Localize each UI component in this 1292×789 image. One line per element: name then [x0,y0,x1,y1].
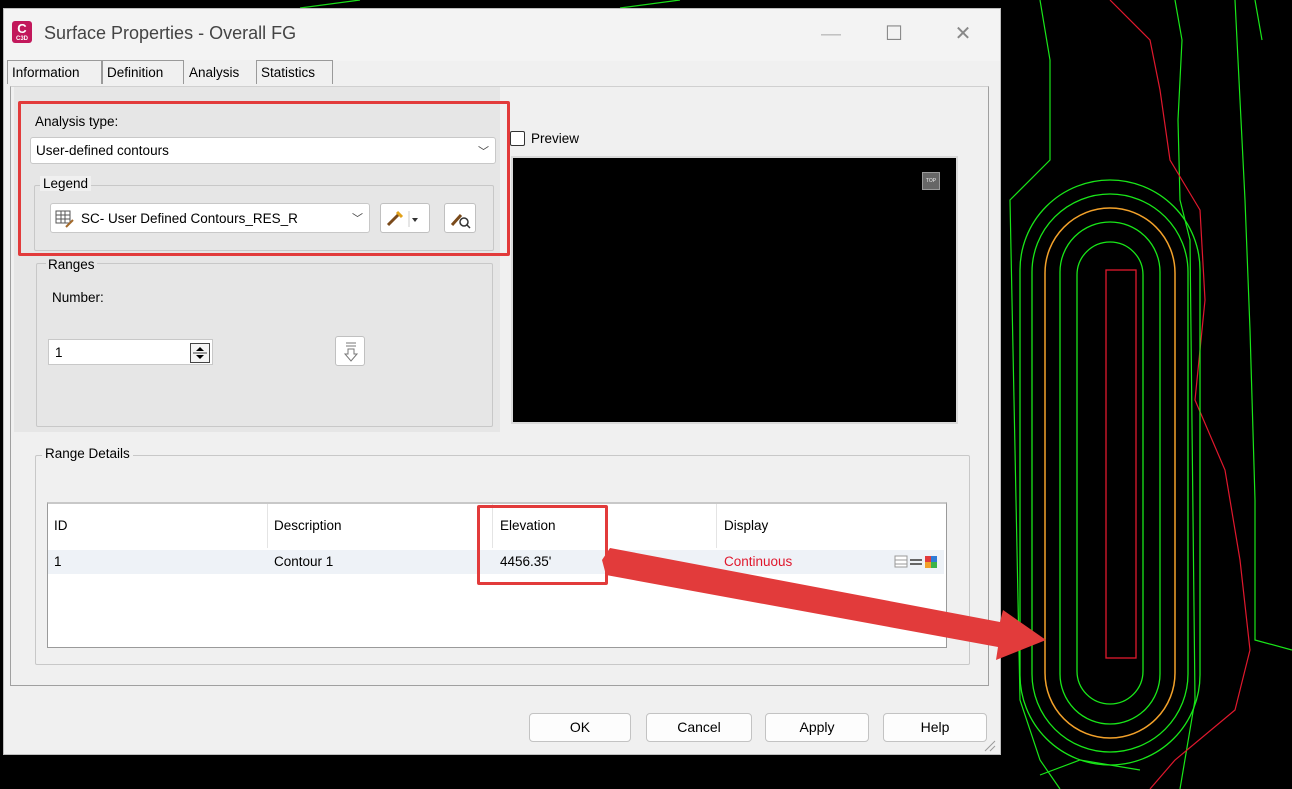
ranges-number-value: 1 [55,345,63,360]
preview-label: Preview [531,131,580,146]
spinner-updown-icon[interactable] [190,343,210,363]
apply-ranges-button[interactable] [335,336,365,366]
elevation-highlight-box [477,505,608,585]
ranges-number-label: Number: [52,290,104,305]
tab-statistics[interactable]: Statistics [256,60,333,84]
ranges-group-title: Ranges [46,257,97,272]
help-button[interactable]: Help [883,713,987,742]
ok-button[interactable]: OK [529,713,631,742]
analysis-highlight-box [18,101,510,256]
column-header-id[interactable]: ID [54,518,68,533]
title-bar[interactable]: C C3D Surface Properties - Overall FG — ☐… [4,9,1000,61]
viewcube-icon[interactable]: TOP [922,172,940,190]
ranges-number-spinner[interactable]: 1 [48,339,213,365]
cell-id: 1 [54,554,62,569]
maximize-icon[interactable]: ☐ [879,19,909,49]
tab-analysis[interactable]: Analysis [184,60,256,84]
window-title: Surface Properties - Overall FG [44,23,297,43]
tab-information[interactable]: Information [7,60,102,84]
range-details-title: Range Details [42,446,133,461]
preview-checkbox[interactable] [510,131,525,146]
column-header-display[interactable]: Display [724,518,768,533]
civil3d-app-icon: C C3D [12,21,32,43]
resize-grip-icon[interactable] [982,738,996,752]
cell-display[interactable]: Continuous [724,554,792,569]
display-style-icons[interactable] [894,554,942,570]
tab-definition[interactable]: Definition [102,60,184,84]
preview-viewport: TOP [511,156,958,424]
column-divider [716,504,717,548]
arrow-down-icon [343,342,359,362]
cancel-button[interactable]: Cancel [646,713,752,742]
cell-description[interactable]: Contour 1 [274,554,333,569]
apply-button[interactable]: Apply [765,713,869,742]
column-header-description[interactable]: Description [274,518,342,533]
minimize-icon[interactable]: — [816,19,846,49]
column-divider [267,504,268,548]
close-icon[interactable]: ✕ [948,19,978,49]
